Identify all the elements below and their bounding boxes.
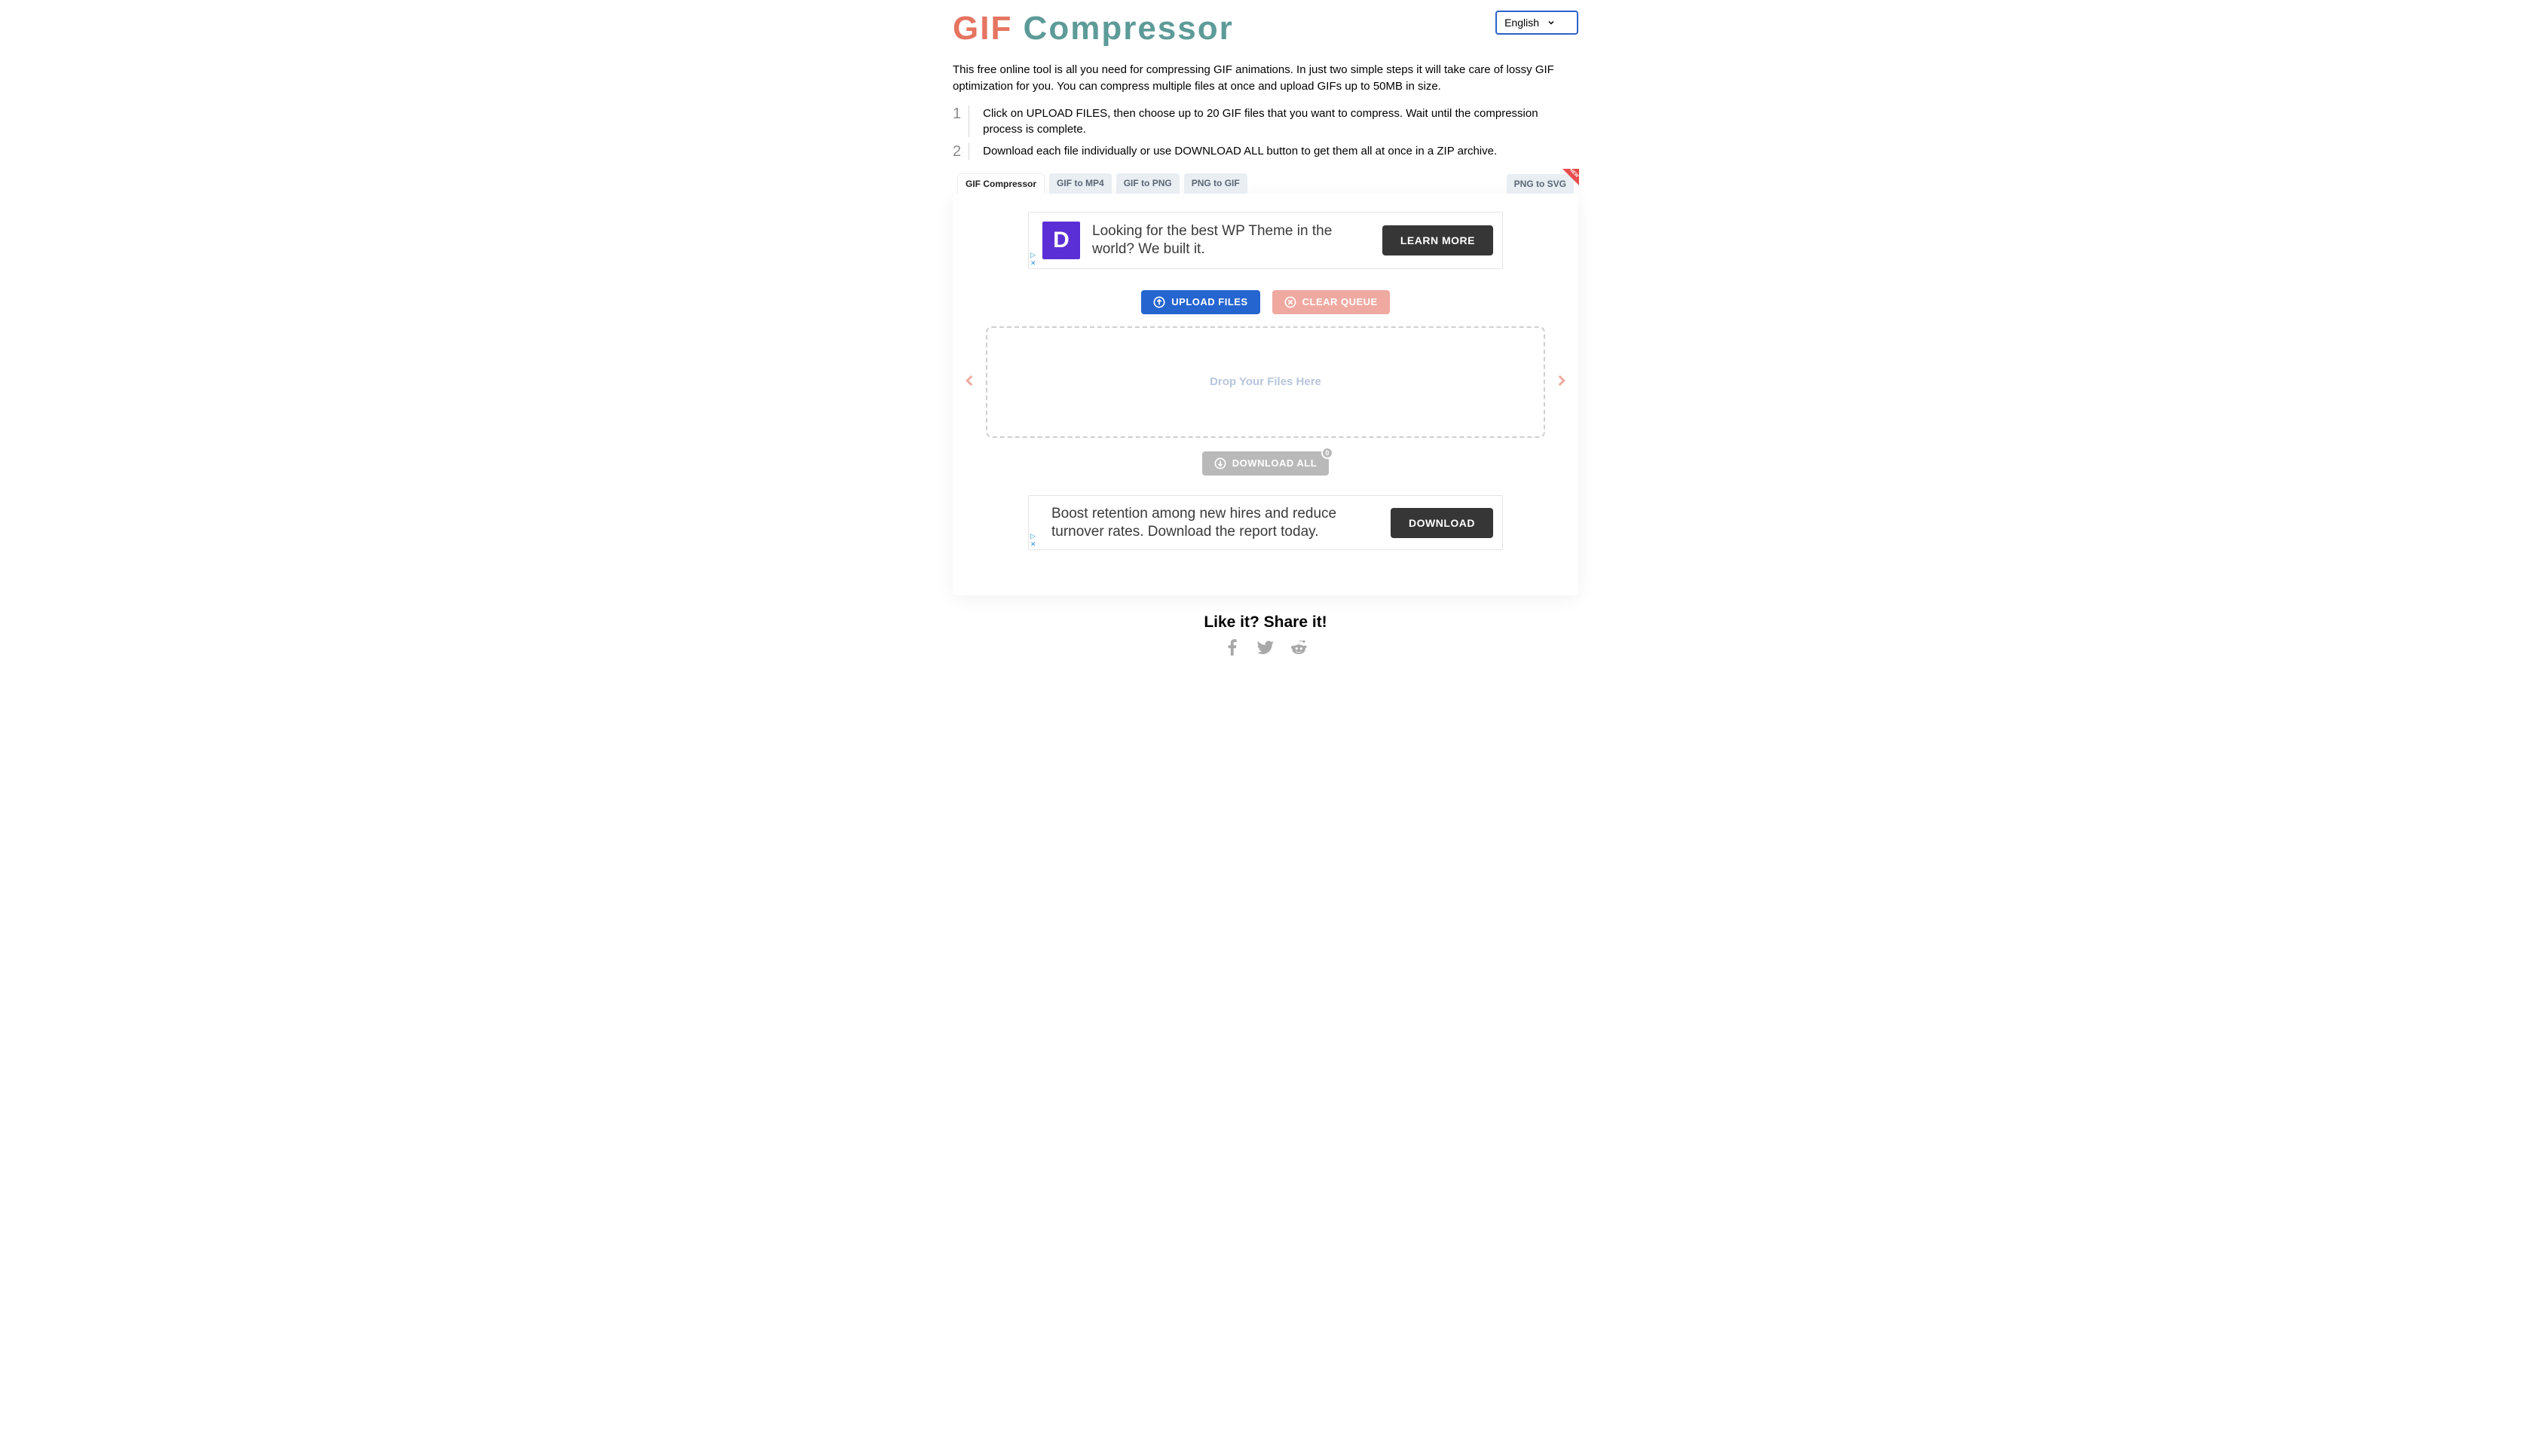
tab-gif-compressor[interactable]: GIF Compressor xyxy=(957,173,1045,194)
step-item: 1 Click on UPLOAD FILES, then choose up … xyxy=(953,106,1578,137)
ad-bottom[interactable]: ▷ ✕ Boost retention among new hires and … xyxy=(1028,495,1503,551)
chevron-right-icon xyxy=(1554,370,1568,391)
tab-png-to-svg[interactable]: PNG to SVG NEW xyxy=(1507,174,1574,194)
social-share-row xyxy=(953,638,1578,657)
clear-icon xyxy=(1284,296,1296,308)
ad-text: Boost retention among new hires and redu… xyxy=(1051,505,1379,541)
ad-logo: D xyxy=(1042,222,1080,259)
download-count-badge: 0 xyxy=(1321,447,1333,459)
adchoices-icon[interactable]: ▷ xyxy=(1030,532,1036,540)
main-panel: ▷ ✕ D Looking for the best WP Theme in t… xyxy=(953,194,1578,596)
tab-label: PNG to SVG xyxy=(1514,179,1566,189)
ad-info-icons[interactable]: ▷ ✕ xyxy=(1030,252,1036,267)
steps-list: 1 Click on UPLOAD FILES, then choose up … xyxy=(953,106,1578,160)
dropzone-placeholder: Drop Your Files Here xyxy=(1210,375,1321,388)
share-heading: Like it? Share it! xyxy=(953,613,1578,632)
step-number: 2 xyxy=(953,143,969,160)
tab-gif-to-png[interactable]: GIF to PNG xyxy=(1116,173,1180,194)
download-all-button[interactable]: DOWNLOAD ALL 0 xyxy=(1202,451,1329,476)
reddit-icon[interactable] xyxy=(1289,638,1308,657)
ad-text: Looking for the best WP Theme in the wor… xyxy=(1092,222,1370,258)
ad-top[interactable]: ▷ ✕ D Looking for the best WP Theme in t… xyxy=(1028,212,1503,269)
download-all-label: DOWNLOAD ALL xyxy=(1232,457,1317,469)
ad-close-icon[interactable]: ✕ xyxy=(1030,541,1036,548)
facebook-icon[interactable] xyxy=(1223,638,1242,657)
new-badge: NEW xyxy=(1562,169,1579,185)
chevron-down-icon xyxy=(1547,18,1556,27)
step-number: 1 xyxy=(953,106,969,137)
file-dropzone[interactable]: Drop Your Files Here xyxy=(986,326,1545,438)
upload-files-button[interactable]: UPLOAD FILES xyxy=(1141,290,1259,314)
logo-part-gif: GIF xyxy=(953,10,1012,47)
upload-label: UPLOAD FILES xyxy=(1171,296,1247,307)
language-selector[interactable]: English xyxy=(1495,11,1578,35)
step-item: 2 Download each file individually or use… xyxy=(953,143,1578,160)
site-logo: GIF Compressor xyxy=(953,11,1234,47)
twitter-icon[interactable] xyxy=(1256,638,1275,657)
adchoices-icon[interactable]: ▷ xyxy=(1030,251,1036,258)
step-text: Download each file individually or use D… xyxy=(983,143,1497,160)
intro-text: This free online tool is all you need fo… xyxy=(953,62,1578,95)
logo-part-compressor: Compressor xyxy=(1012,10,1233,47)
carousel-prev-button[interactable] xyxy=(962,366,978,398)
carousel-next-button[interactable] xyxy=(1553,366,1569,398)
ad-cta-button[interactable]: DOWNLOAD xyxy=(1391,508,1493,538)
step-text: Click on UPLOAD FILES, then choose up to… xyxy=(983,106,1578,137)
tab-png-to-gif[interactable]: PNG to GIF xyxy=(1184,173,1247,194)
ad-info-icons[interactable]: ▷ ✕ xyxy=(1030,533,1036,548)
download-icon xyxy=(1214,457,1226,470)
clear-queue-button[interactable]: CLEAR QUEUE xyxy=(1272,290,1390,314)
ad-close-icon[interactable]: ✕ xyxy=(1030,260,1036,267)
ad-cta-button[interactable]: LEARN MORE xyxy=(1382,225,1493,255)
upload-icon xyxy=(1153,296,1165,308)
chevron-left-icon xyxy=(963,370,977,391)
tab-gif-to-mp4[interactable]: GIF to MP4 xyxy=(1049,173,1112,194)
language-selected: English xyxy=(1504,17,1539,29)
clear-label: CLEAR QUEUE xyxy=(1302,296,1378,307)
